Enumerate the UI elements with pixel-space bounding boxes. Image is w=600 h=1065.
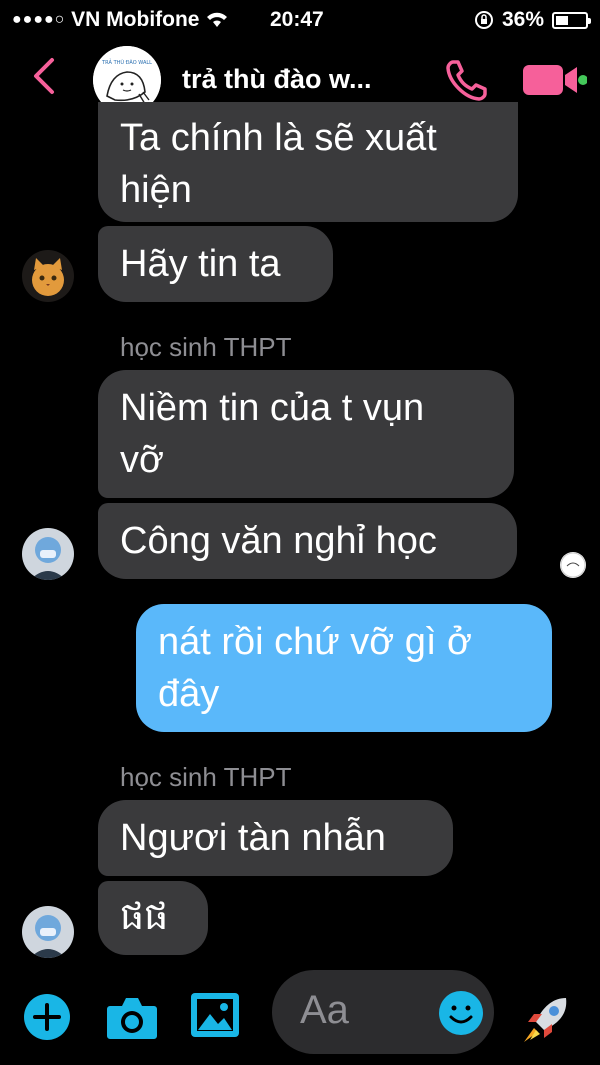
- message-text: ផផ: [120, 896, 169, 938]
- photo-icon[interactable]: [190, 992, 240, 1038]
- sender-name: học sinh THPT: [120, 762, 292, 792]
- carrier-info: ●●●●○ VN Mobifone: [12, 8, 229, 32]
- sender-avatar[interactable]: [22, 250, 74, 302]
- message-text: Hãy tin ta: [120, 243, 281, 285]
- back-chevron-icon[interactable]: [30, 56, 58, 96]
- message-bubble[interactable]: Ngươi tàn nhẫn: [98, 800, 453, 876]
- orientation-lock-icon: [474, 11, 493, 29]
- message-input-placeholder: Aa: [300, 988, 349, 1032]
- masked-person-avatar-image: [22, 528, 74, 580]
- chat-title[interactable]: trả thù đào w...: [182, 64, 372, 95]
- message-text: Công văn nghỉ học: [120, 520, 437, 562]
- masked-person-avatar-image: [22, 906, 74, 958]
- battery-icon: [552, 11, 591, 29]
- wifi-icon: [207, 12, 228, 27]
- message-text-line: đây: [158, 673, 220, 715]
- composer-bar: Aa: [0, 958, 600, 1065]
- camera-icon[interactable]: [106, 994, 158, 1040]
- message-text-line: nát rồi chứ vỡ gì ở: [158, 621, 472, 663]
- message-text: Ngươi tàn nhẫn: [120, 817, 386, 859]
- message-text-line: vỡ: [120, 439, 164, 481]
- carrier-name: VN Mobifone: [71, 8, 200, 31]
- sender-avatar[interactable]: [22, 528, 74, 580]
- message-bubble[interactable]: Niềm tin của t vụn vỡ: [98, 370, 514, 498]
- video-camera-icon[interactable]: [523, 63, 587, 97]
- message-text-line: Niềm tin của t vụn: [120, 387, 425, 429]
- seen-indicator-avatar: [560, 552, 586, 578]
- seen-avatar-icon: [560, 552, 586, 578]
- message-input[interactable]: Aa: [272, 970, 494, 1054]
- message-bubble[interactable]: Hãy tin ta: [98, 226, 333, 302]
- my-message-bubble[interactable]: nát rồi chứ vỡ gì ở đây: [136, 604, 552, 732]
- phone-icon[interactable]: [443, 56, 491, 104]
- group-avatar-text: TRẢ THÙ ĐÀO WALL: [101, 58, 152, 66]
- message-bubble[interactable]: ផផ: [98, 881, 208, 955]
- sender-name: học sinh THPT: [120, 332, 292, 362]
- cat-avatar-image: [22, 250, 74, 302]
- message-text-line: hiện: [120, 169, 192, 211]
- status-bar: ●●●●○ VN Mobifone 20:47 36%: [0, 0, 600, 38]
- smiley-icon[interactable]: [438, 990, 484, 1036]
- message-bubble[interactable]: Ta chính là sẽ xuất hiện: [98, 102, 518, 222]
- signal-strength: ●●●●○: [12, 11, 66, 28]
- plus-icon[interactable]: [22, 992, 72, 1042]
- message-text-line: Ta chính là sẽ xuất: [120, 117, 437, 159]
- message-bubble[interactable]: Công văn nghỉ học: [98, 503, 517, 579]
- battery-percent: 36%: [501, 8, 544, 31]
- clock: 20:47: [270, 8, 324, 31]
- rocket-icon[interactable]: [520, 994, 572, 1046]
- sender-avatar[interactable]: [22, 906, 74, 958]
